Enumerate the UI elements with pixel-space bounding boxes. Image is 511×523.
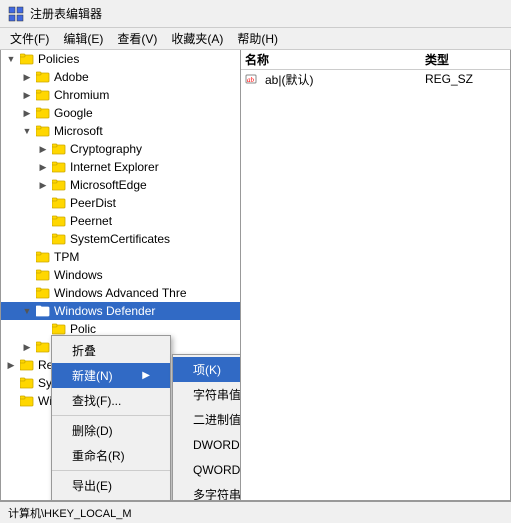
- col-name-header: 名称: [245, 51, 425, 68]
- folder-icon-google: [35, 105, 51, 121]
- tree-item-microsoft[interactable]: ▼ Microsoft: [1, 122, 240, 140]
- ctx-divider-1: [52, 415, 170, 416]
- tree-item-chromium[interactable]: ▶ Chromium: [1, 86, 240, 104]
- right-panel: 名称 类型 ab ab|(默认) REG_SZ: [241, 50, 510, 500]
- expand-icon-msedge[interactable]: ▶: [35, 176, 51, 194]
- ctx-export[interactable]: 导出(E): [52, 473, 170, 498]
- folder-icon-ie: [51, 159, 67, 175]
- tree-item-windows-defender[interactable]: ▼ Windows Defender: [1, 302, 240, 320]
- tree-item-windows-advanced[interactable]: ▶ Windows Advanced Thre: [1, 284, 240, 302]
- tree-item-google[interactable]: ▶ Google: [1, 104, 240, 122]
- submenu-item-multistring[interactable]: 多字符串值(M): [173, 482, 241, 500]
- ctx-find[interactable]: 查找(F)...: [52, 388, 170, 413]
- expand-icon-registeredapp[interactable]: ▶: [3, 356, 19, 374]
- menu-view[interactable]: 查看(V): [111, 28, 163, 49]
- submenu-new: 项(K) 字符串值(S) 二进制值(B) DWORD (32 位值)(D) QW…: [172, 354, 241, 500]
- tree-item-syscerts[interactable]: ▶ SystemCertificates: [1, 230, 240, 248]
- folder-icon-msedge: [51, 177, 67, 193]
- ctx-permissions[interactable]: 权限(P)...: [52, 498, 170, 500]
- folder-icon-windov: [35, 339, 51, 355]
- menu-help[interactable]: 帮助(H): [231, 28, 284, 49]
- submenu-item-dword[interactable]: DWORD (32 位值)(D): [173, 432, 241, 457]
- folder-icon-chromium: [35, 87, 51, 103]
- main-content: ▼ Policies ▶ Adobe: [0, 50, 511, 501]
- folder-icon-peerdist: [51, 195, 67, 211]
- app-icon: [8, 6, 24, 22]
- tree-item-policies[interactable]: ▼ Policies: [1, 50, 240, 68]
- window-title: 注册表编辑器: [30, 5, 102, 22]
- tree-item-msedge[interactable]: ▶ MicrosoftEdge: [1, 176, 240, 194]
- submenu-arrow: ▶: [142, 370, 150, 381]
- folder-icon-windows: [35, 267, 51, 283]
- status-text: 计算机\HKEY_LOCAL_M: [8, 505, 131, 521]
- ctx-delete[interactable]: 删除(D): [52, 418, 170, 443]
- folder-icon-windows-defender: [35, 303, 51, 319]
- folder-icon-adobe: [35, 69, 51, 85]
- expand-icon-windov[interactable]: ▶: [19, 338, 35, 356]
- tree-item-adobe[interactable]: ▶ Adobe: [1, 68, 240, 86]
- tree-item-ie[interactable]: ▶ Internet Explorer: [1, 158, 240, 176]
- ctx-rename[interactable]: 重命名(R): [52, 443, 170, 468]
- col-type-header: 类型: [425, 51, 449, 68]
- right-header: 名称 类型: [241, 50, 510, 70]
- menu-edit[interactable]: 编辑(E): [57, 28, 109, 49]
- folder-icon-registeredapp: [19, 357, 35, 373]
- right-row-default[interactable]: ab ab|(默认) REG_SZ: [241, 70, 510, 88]
- reg-value-icon: ab: [245, 71, 261, 87]
- tree-panel: ▼ Policies ▶ Adobe: [1, 50, 241, 500]
- folder-icon-microsoft: [35, 123, 51, 139]
- svg-text:ab: ab: [247, 76, 255, 84]
- expand-icon-chromium[interactable]: ▶: [19, 86, 35, 104]
- folder-icon-syscerts: [51, 231, 67, 247]
- expand-icon-adobe[interactable]: ▶: [19, 68, 35, 86]
- submenu-item-key[interactable]: 项(K): [173, 357, 241, 382]
- expand-icon-policies[interactable]: ▼: [3, 50, 19, 68]
- right-row-name: ab ab|(默认): [245, 71, 425, 88]
- folder-icon-cryptography: [51, 141, 67, 157]
- context-menu: 折叠 新建(N) ▶ 查找(F)... 删除(D) 重命名(R): [51, 335, 171, 500]
- menu-bar: 文件(F) 编辑(E) 查看(V) 收藏夹(A) 帮助(H): [0, 28, 511, 50]
- ctx-divider-2: [52, 470, 170, 471]
- tree-item-tpm[interactable]: ▶ TPM: [1, 248, 240, 266]
- tree-item-peernet[interactable]: ▶ Peernet: [1, 212, 240, 230]
- menu-favorites[interactable]: 收藏夹(A): [165, 28, 229, 49]
- tree-item-windows[interactable]: ▶ Windows: [1, 266, 240, 284]
- folder-icon-tpm: [35, 249, 51, 265]
- status-bar: 计算机\HKEY_LOCAL_M: [0, 501, 511, 523]
- expand-icon-microsoft[interactable]: ▼: [19, 122, 35, 140]
- expand-icon-cryptography[interactable]: ▶: [35, 140, 51, 158]
- right-row-type: REG_SZ: [425, 72, 473, 86]
- submenu-item-binary[interactable]: 二进制值(B): [173, 407, 241, 432]
- tree-item-cryptography[interactable]: ▶ Cryptography: [1, 140, 240, 158]
- folder-icon-policies: [19, 51, 35, 67]
- ctx-collapse[interactable]: 折叠: [52, 338, 170, 363]
- folder-icon-peernet: [51, 213, 67, 229]
- folder-icon-winrar: [19, 393, 35, 409]
- tree-item-peerdist[interactable]: ▶ PeerDist: [1, 194, 240, 212]
- ctx-new[interactable]: 新建(N) ▶: [52, 363, 170, 388]
- folder-icon-syncintegratic: [19, 375, 35, 391]
- title-bar: 注册表编辑器: [0, 0, 511, 28]
- expand-icon-google[interactable]: ▶: [19, 104, 35, 122]
- expand-icon-windows-defender[interactable]: ▼: [19, 302, 35, 320]
- app-window: 注册表编辑器 文件(F) 编辑(E) 查看(V) 收藏夹(A) 帮助(H) ▼ …: [0, 0, 511, 523]
- submenu-item-string[interactable]: 字符串值(S): [173, 382, 241, 407]
- folder-icon-windows-advanced: [35, 285, 51, 301]
- submenu-item-qword[interactable]: QWORD (64 位值)(Q): [173, 457, 241, 482]
- expand-icon-ie[interactable]: ▶: [35, 158, 51, 176]
- menu-file[interactable]: 文件(F): [4, 28, 55, 49]
